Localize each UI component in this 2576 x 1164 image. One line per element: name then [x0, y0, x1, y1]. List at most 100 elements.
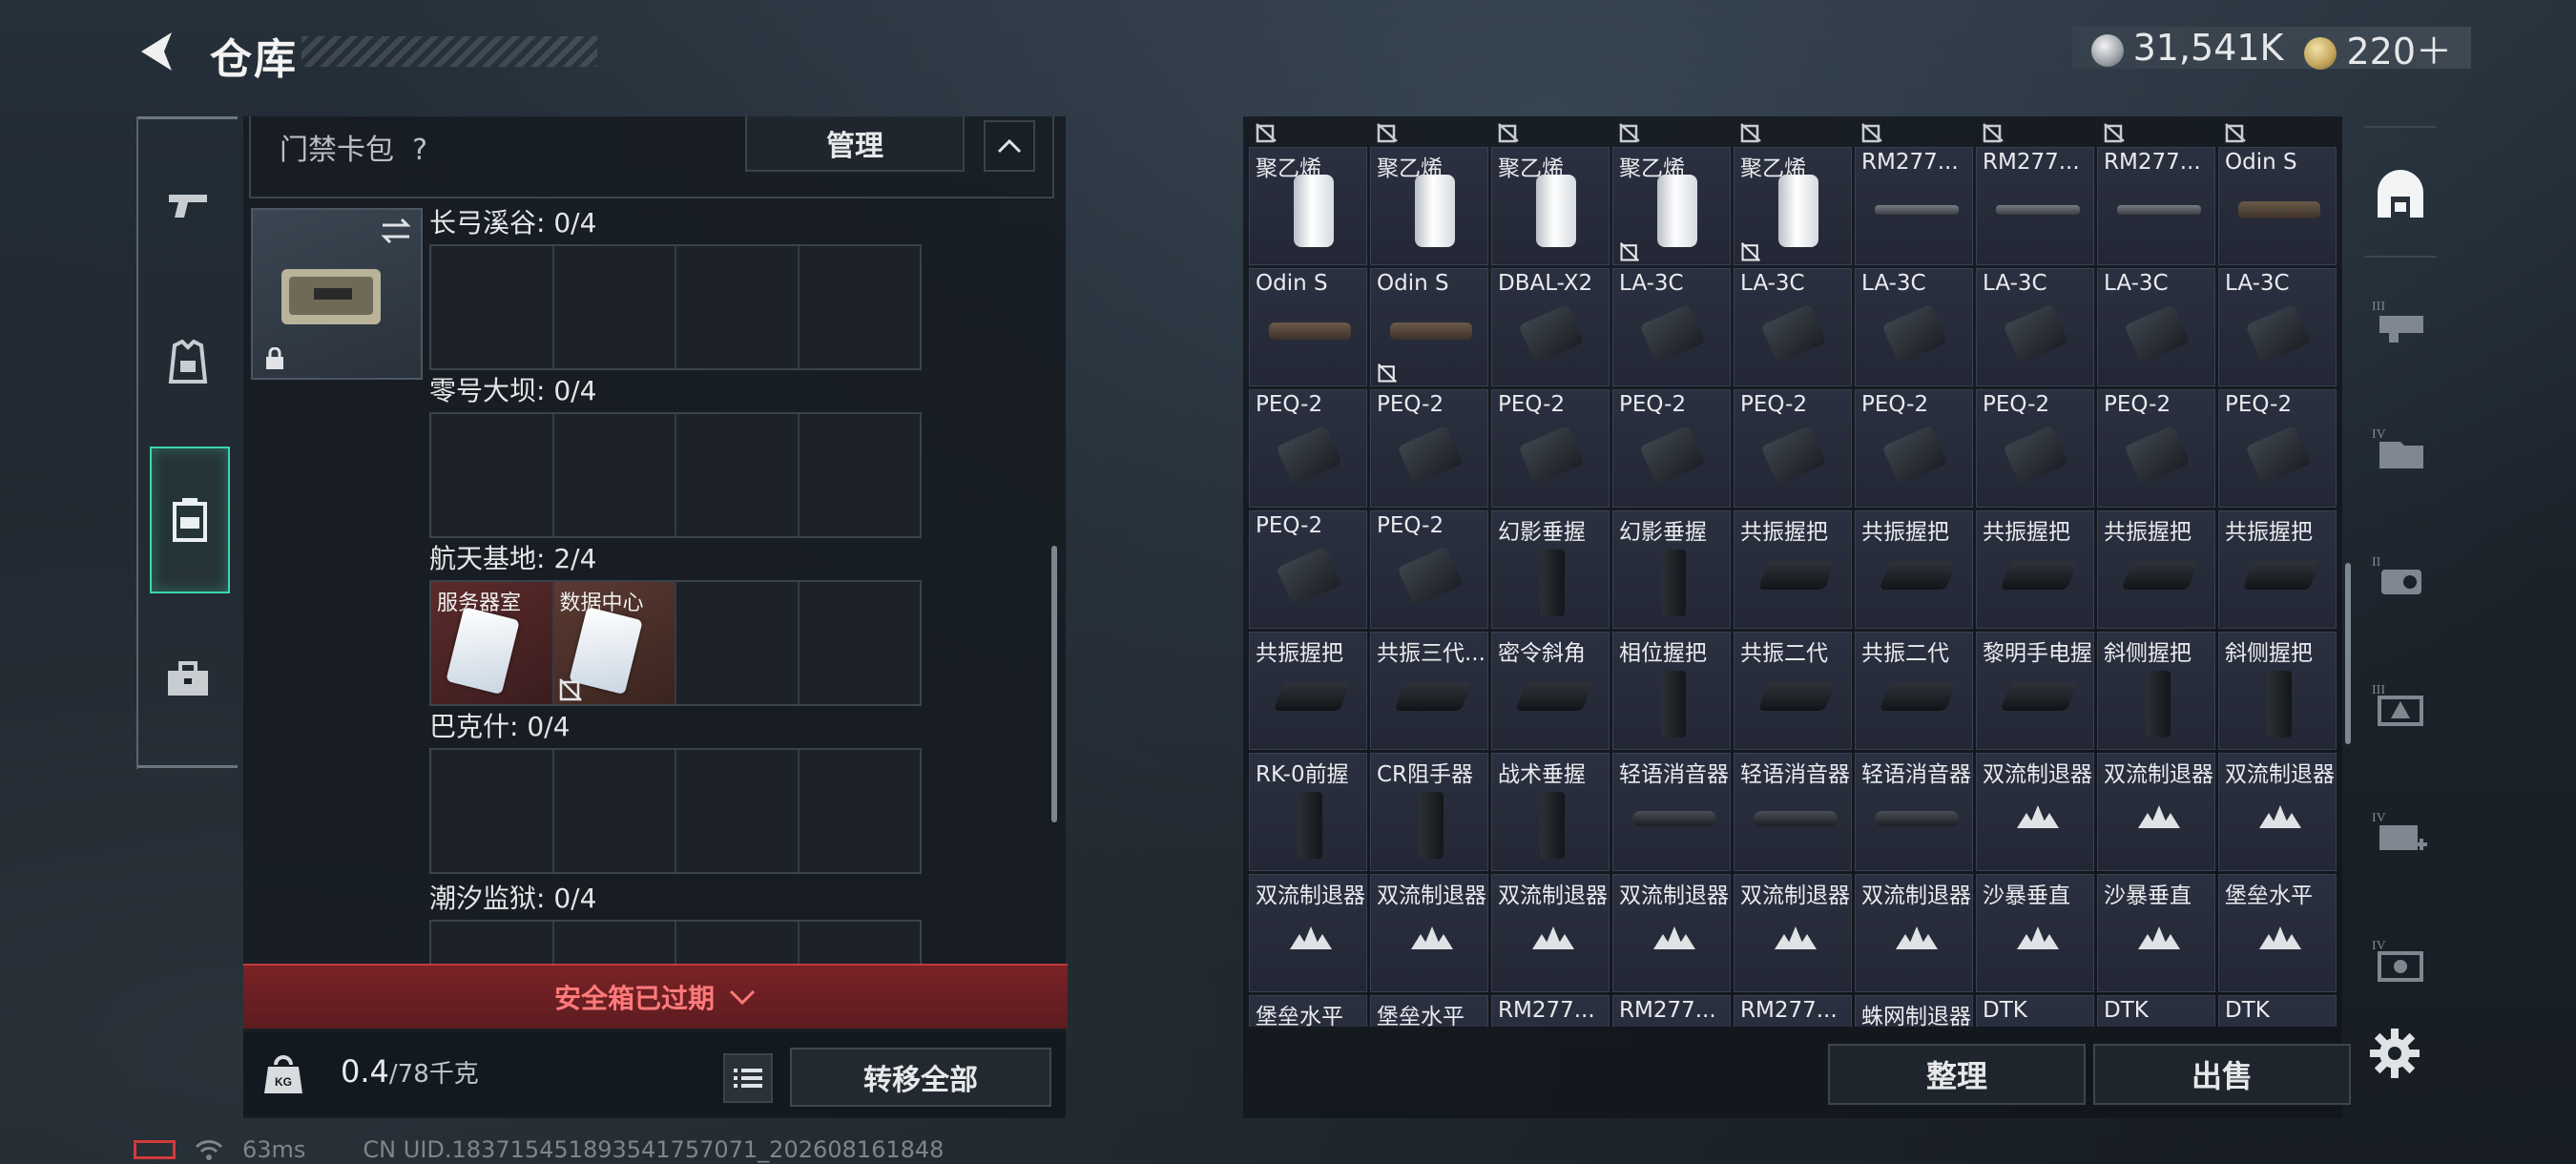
inventory-cell[interactable]: LA-3C — [1734, 268, 1852, 386]
keycard-slot[interactable] — [676, 414, 800, 536]
list-view-button[interactable] — [723, 1053, 773, 1103]
inventory-cell[interactable]: PEQ-2 — [1370, 389, 1488, 508]
sort-button[interactable]: 整理 — [1828, 1044, 2086, 1105]
filter-category-2[interactable]: II — [2366, 542, 2435, 611]
inventory-cell[interactable]: 聚乙烯 — [1370, 147, 1488, 265]
inventory-cell[interactable]: 聚乙烯 — [1612, 147, 1731, 265]
back-arrow-icon[interactable] — [134, 27, 183, 76]
inventory-cell[interactable]: PEQ-2 — [1491, 389, 1610, 508]
inventory-cell[interactable]: 堡垒水平 — [1249, 995, 1367, 1027]
keycard-slot[interactable] — [554, 246, 676, 368]
inventory-cell[interactable]: PEQ-2 — [1370, 510, 1488, 629]
keycard-slot[interactable] — [554, 414, 676, 536]
inventory-cell[interactable]: RM277... — [2097, 147, 2215, 265]
filter-category-4[interactable]: IV — [2366, 414, 2435, 483]
keycard-slot[interactable] — [554, 750, 676, 872]
inventory-cell[interactable]: Odin S — [1370, 268, 1488, 386]
inventory-cell[interactable]: RM277... — [1491, 995, 1610, 1027]
keycard-case-item[interactable] — [251, 208, 423, 380]
help-icon[interactable]: ? — [412, 134, 427, 167]
keycard-slot[interactable] — [554, 922, 676, 966]
inventory-cell[interactable]: 双流制退器 — [1855, 874, 1973, 992]
inventory-cell[interactable]: RK-0前握 — [1249, 753, 1367, 871]
inventory-cell[interactable]: CR阻手器 — [1370, 753, 1488, 871]
inventory-cell[interactable]: DTK — [2097, 995, 2215, 1027]
inventory-cell[interactable]: Odin S — [1249, 268, 1367, 386]
inventory-cell[interactable]: 双流制退器 — [2218, 753, 2337, 871]
inventory-cell[interactable]: LA-3C — [1976, 268, 2094, 386]
keycard-slot[interactable] — [676, 582, 800, 704]
safebox-expired-banner[interactable]: 安全箱已过期 — [243, 964, 1068, 1029]
settings-gear-icon[interactable] — [2368, 1027, 2421, 1080]
keycard-slot[interactable] — [676, 246, 800, 368]
keycard-slot[interactable] — [431, 750, 554, 872]
inventory-cell[interactable]: LA-3C — [1855, 268, 1973, 386]
inventory-cell[interactable]: 双流制退器 — [1249, 874, 1367, 992]
keycard-slot[interactable] — [800, 922, 921, 966]
keycard-slot[interactable]: 服务器室 — [431, 582, 554, 704]
inventory-cell[interactable]: 沙暴垂直 — [2097, 874, 2215, 992]
inventory-cell[interactable]: 轻语消音器 — [1734, 753, 1852, 871]
inventory-cell[interactable]: 聚乙烯 — [1249, 147, 1367, 265]
filter-category-3b[interactable]: III — [2366, 670, 2435, 738]
keycard-slot[interactable] — [800, 582, 921, 704]
inventory-cell[interactable]: RM277... — [1855, 147, 1973, 265]
gold-currency[interactable]: 220＋ — [2304, 22, 2452, 74]
inventory-cell[interactable]: 共振握把 — [2097, 510, 2215, 629]
keycard-slot[interactable] — [431, 922, 554, 966]
inventory-cell[interactable]: DTK — [1976, 995, 2094, 1027]
inventory-cell[interactable]: PEQ-2 — [1976, 389, 2094, 508]
inventory-cell[interactable]: Odin S — [2218, 147, 2337, 265]
inventory-cell[interactable]: 黎明手电握 — [1976, 632, 2094, 750]
inventory-scrollbar[interactable] — [2345, 563, 2351, 744]
inventory-cell[interactable]: 幻影垂握 — [1612, 510, 1731, 629]
silver-currency[interactable]: 31,541K — [2090, 27, 2283, 69]
inventory-cell[interactable]: 共振握把 — [1855, 510, 1973, 629]
inventory-cell[interactable]: LA-3C — [1612, 268, 1731, 386]
inventory-cell[interactable]: 共振二代 — [1734, 632, 1852, 750]
filter-category-3[interactable]: III — [2366, 286, 2435, 355]
inventory-cell[interactable]: 聚乙烯 — [1734, 147, 1852, 265]
inventory-cell[interactable]: 幻影垂握 — [1491, 510, 1610, 629]
keycard-slot[interactable] — [431, 246, 554, 368]
inventory-cell[interactable]: 共振握把 — [1734, 510, 1852, 629]
inventory-cell[interactable]: 共振二代 — [1855, 632, 1973, 750]
keycard-slot[interactable] — [800, 750, 921, 872]
inventory-cell[interactable]: 斜侧握把 — [2097, 632, 2215, 750]
inventory-cell[interactable]: 双流制退器 — [1612, 874, 1731, 992]
inventory-cell[interactable]: PEQ-2 — [1249, 389, 1367, 508]
inventory-cell[interactable]: 聚乙烯 — [1491, 147, 1610, 265]
inventory-cell[interactable]: LA-3C — [2097, 268, 2215, 386]
inventory-cell[interactable]: PEQ-2 — [2097, 389, 2215, 508]
nav-weapons[interactable] — [150, 166, 226, 242]
nav-case[interactable] — [150, 447, 230, 593]
keycard-slot[interactable] — [676, 922, 800, 966]
inventory-cell[interactable]: 轻语消音器 — [1612, 753, 1731, 871]
inventory-cell[interactable]: 双流制退器 — [1370, 874, 1488, 992]
inventory-cell[interactable]: 双流制退器 — [1976, 753, 2094, 871]
inventory-cell[interactable]: 共振三代... — [1370, 632, 1488, 750]
inventory-cell[interactable]: 堡垒水平 — [1370, 995, 1488, 1027]
keycard-slot[interactable] — [676, 750, 800, 872]
inventory-cell[interactable]: PEQ-2 — [1249, 510, 1367, 629]
keycard-slot[interactable] — [431, 414, 554, 536]
nav-gear[interactable] — [150, 324, 226, 401]
inventory-cell[interactable]: RM277... — [1734, 995, 1852, 1027]
sell-button[interactable]: 出售 — [2093, 1044, 2351, 1105]
filter-category-4b[interactable]: IV — [2366, 798, 2435, 866]
inventory-cell[interactable]: 轻语消音器 — [1855, 753, 1973, 871]
inventory-cell[interactable]: 斜侧握把 — [2218, 632, 2337, 750]
inventory-cell[interactable]: 双流制退器 — [2097, 753, 2215, 871]
keycard-slot[interactable] — [800, 246, 921, 368]
inventory-cell[interactable]: DTK — [2218, 995, 2337, 1027]
keycard-scrollbar[interactable] — [1051, 546, 1057, 822]
keycard-slot[interactable]: 数据中心 — [553, 582, 676, 704]
filter-category-4c[interactable]: IV — [2366, 925, 2435, 994]
swap-icon[interactable] — [379, 218, 413, 244]
inventory-cell[interactable]: PEQ-2 — [1855, 389, 1973, 508]
inventory-cell[interactable]: RM277... — [1612, 995, 1731, 1027]
inventory-cell[interactable]: 双流制退器 — [1491, 874, 1610, 992]
manage-button[interactable]: 管理 — [745, 116, 965, 172]
inventory-cell[interactable]: 密令斜角 — [1491, 632, 1610, 750]
inventory-cell[interactable]: 蛛网制退器 — [1855, 995, 1973, 1027]
